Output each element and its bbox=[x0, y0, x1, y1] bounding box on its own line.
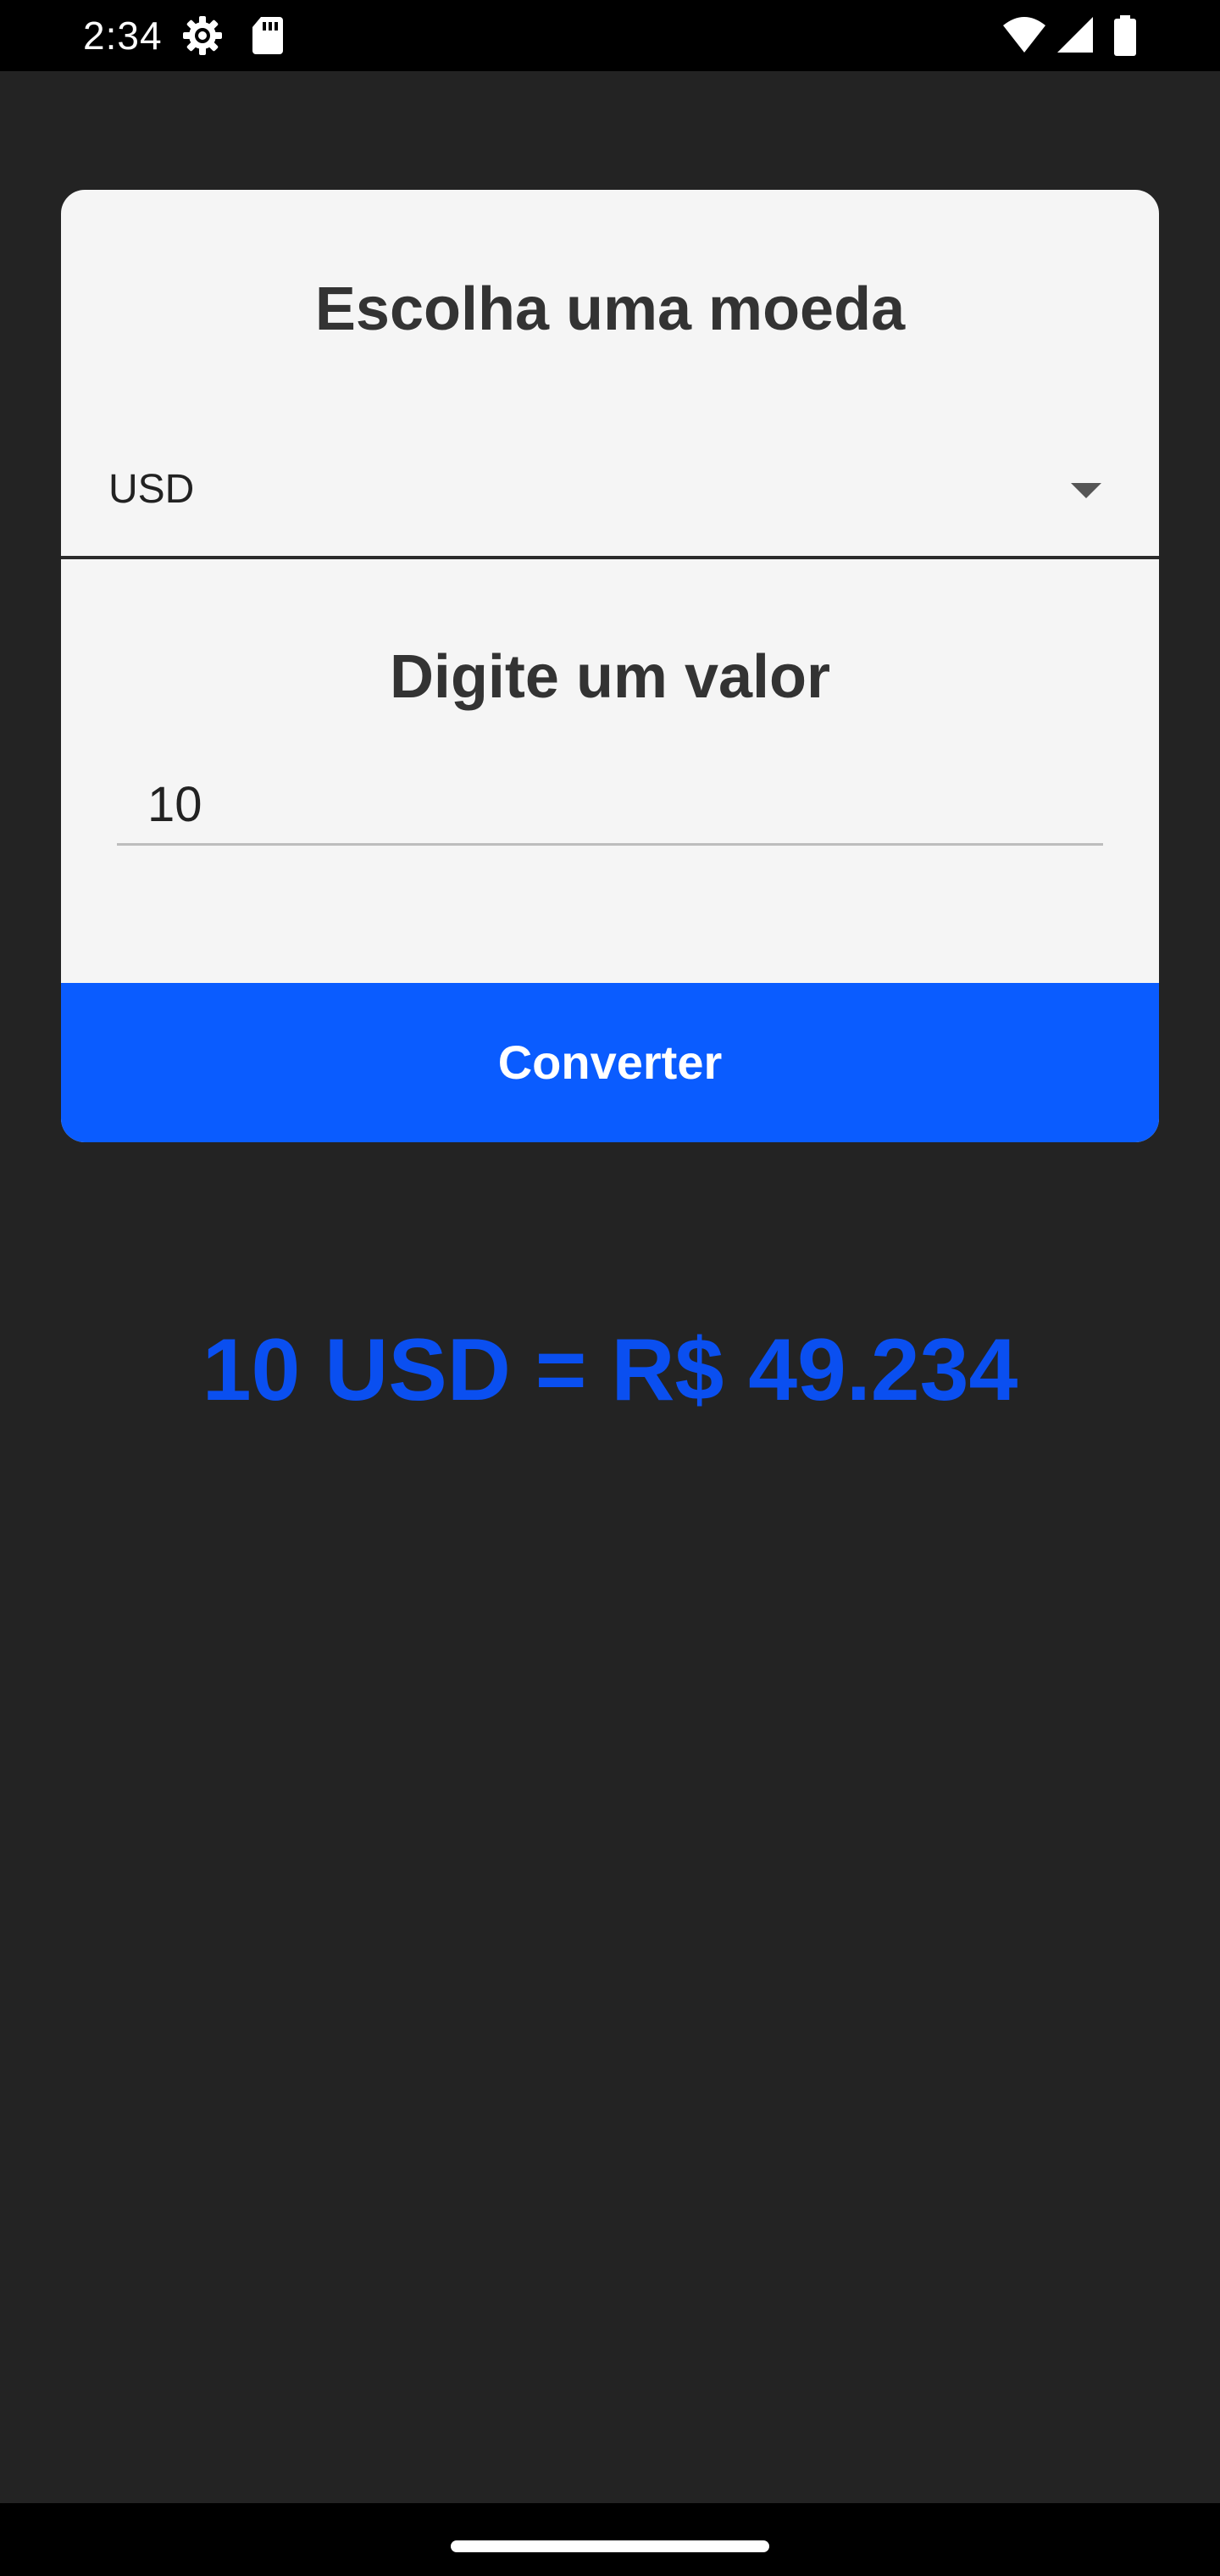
currency-picker[interactable]: USD bbox=[61, 414, 1159, 559]
conversion-result: 10 USD = R$ 49.234 bbox=[202, 1321, 1018, 1419]
status-bar: 2:34 bbox=[0, 0, 1220, 71]
dropdown-arrow-icon bbox=[1071, 483, 1101, 498]
amount-field bbox=[117, 766, 1103, 846]
home-gesture-handle[interactable] bbox=[451, 2540, 769, 2552]
settings-gear-icon bbox=[181, 15, 224, 56]
navigation-bar bbox=[0, 2503, 1220, 2576]
selected-currency: USD bbox=[108, 467, 195, 512]
wifi-icon bbox=[1001, 15, 1047, 56]
amount-input[interactable] bbox=[117, 766, 1103, 843]
cell-signal-icon bbox=[1056, 15, 1095, 56]
currency-title: Escolha uma moeda bbox=[314, 275, 906, 343]
convert-button[interactable]: Converter bbox=[61, 983, 1159, 1142]
status-time: 2:34 bbox=[83, 14, 163, 58]
sd-card-icon bbox=[251, 15, 285, 56]
value-title: Digite um valor bbox=[389, 643, 831, 711]
converter-card: Escolha uma moeda USD Digite um valor Co… bbox=[61, 190, 1159, 1142]
battery-icon bbox=[1113, 15, 1137, 56]
